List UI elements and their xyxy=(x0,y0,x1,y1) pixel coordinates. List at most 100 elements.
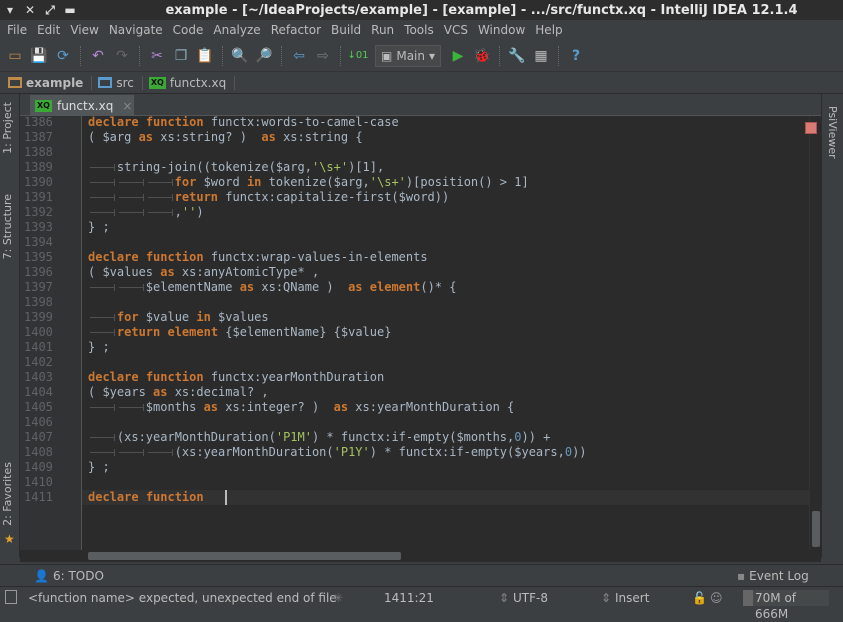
debug-icon[interactable]: 🐞 xyxy=(471,45,493,67)
code-line[interactable]: return element {$elementName} {$value} xyxy=(88,325,391,340)
close-window-icon[interactable]: ✕ xyxy=(20,3,40,17)
line-number: 1394 xyxy=(24,235,53,249)
horizontal-scrollbar[interactable] xyxy=(20,550,821,562)
code-line[interactable]: declare function xyxy=(88,490,204,505)
code-line[interactable]: ( $years as xs:decimal? , xyxy=(88,385,269,400)
tab-marker xyxy=(88,190,117,205)
code-text: xs:string { xyxy=(275,130,363,144)
caret-position[interactable]: 1411:21 xyxy=(384,591,434,605)
save-icon[interactable]: 💾 xyxy=(28,45,50,67)
todo-button[interactable]: 👤 6: TODO xyxy=(34,569,104,583)
run-config-dropdown[interactable]: ▣ Main ▾ xyxy=(375,44,442,67)
menu-help[interactable]: Help xyxy=(530,23,567,37)
minimize-icon[interactable]: ▬ xyxy=(60,3,80,17)
menu-run[interactable]: Run xyxy=(366,23,399,37)
text-caret xyxy=(225,490,228,505)
code-line[interactable]: $elementName as xs:QName ) as element()*… xyxy=(88,280,456,295)
encoding[interactable]: UTF-8 xyxy=(513,591,548,605)
run-icon[interactable]: ▶ xyxy=(447,45,469,67)
code-text: ( $years xyxy=(88,385,154,399)
scroll-thumb[interactable] xyxy=(88,552,401,560)
code-line[interactable]: $months as xs:integer? ) as xs:yearMonth… xyxy=(88,400,514,415)
window-menu-icon[interactable]: ▾ xyxy=(0,3,20,17)
menu-analyze[interactable]: Analyze xyxy=(208,23,265,37)
code-line[interactable]: declare function functx:yearMonthDuratio… xyxy=(88,370,384,385)
code-line[interactable]: ( $values as xs:anyAtomicType* , xyxy=(88,265,319,280)
keyword: for xyxy=(116,310,139,324)
insert-mode[interactable]: Insert xyxy=(615,591,649,605)
menu-tools[interactable]: Tools xyxy=(399,23,439,37)
help-icon[interactable]: ? xyxy=(565,45,587,67)
forward-icon[interactable]: ⇨ xyxy=(312,45,334,67)
project-structure-icon[interactable]: ▦ xyxy=(530,45,552,67)
code-editor[interactable]: 1386 1387 1388 1389 1390 1391 1392 1393 1394 1395… xyxy=(20,116,821,550)
code-line[interactable]: ,'') xyxy=(88,205,204,220)
redo-icon[interactable]: ↷ xyxy=(111,45,133,67)
breadcrumb-file[interactable]: XQ functx.xq xyxy=(148,75,236,90)
memory-label: 70M of 666M xyxy=(755,591,797,621)
keyword: as xyxy=(348,280,363,294)
code-text: $elementName xyxy=(145,280,240,294)
code-line[interactable]: } ; xyxy=(88,220,110,235)
paste-icon[interactable]: 📋 xyxy=(194,45,216,67)
code-line[interactable]: for $value in $values xyxy=(88,310,269,325)
inspector-icon[interactable]: ☺ xyxy=(710,591,723,605)
keyword: function xyxy=(145,116,204,129)
make-icon[interactable]: ↓01 xyxy=(347,45,369,67)
folder-icon xyxy=(98,77,113,88)
code-line[interactable]: string-join((tokenize($arg,'\s+')[1], xyxy=(88,160,384,175)
menu-refactor[interactable]: Refactor xyxy=(266,23,326,37)
code-line[interactable]: for $word in tokenize($arg,'\s+')[positi… xyxy=(88,175,529,190)
menu-build[interactable]: Build xyxy=(326,23,366,37)
menu-navigate[interactable]: Navigate xyxy=(104,23,168,37)
open-icon[interactable]: ▭ xyxy=(4,45,26,67)
menu-vcs[interactable]: VCS xyxy=(439,23,473,37)
replace-icon[interactable]: 🔎 xyxy=(253,45,275,67)
sync-icon[interactable]: ⟳ xyxy=(52,45,74,67)
keyword: element xyxy=(369,280,421,294)
close-tab-icon[interactable]: × xyxy=(122,99,132,113)
menu-view[interactable]: View xyxy=(65,23,103,37)
memory-indicator[interactable]: 70M of 666M xyxy=(743,590,829,621)
undo-icon[interactable]: ↶ xyxy=(87,45,109,67)
code-line[interactable]: return functx:capitalize-first($word)) xyxy=(88,190,449,205)
scroll-thumb[interactable] xyxy=(812,511,820,547)
toolbar: ▭ 💾 ⟳ ↶ ↷ ✂ ❐ 📋 🔍 🔎 ⇦ ⇨ ↓01 ▣ Main ▾ ▶ 🐞… xyxy=(0,40,843,72)
copy-icon[interactable]: ❐ xyxy=(170,45,192,67)
tool-structure[interactable]: 7: Structure xyxy=(1,194,14,259)
maximize-icon[interactable]: ⤢ xyxy=(40,3,60,18)
event-log-button[interactable]: ▪ Event Log xyxy=(737,569,809,583)
code-text: $months xyxy=(145,400,204,414)
error-stripe-marker[interactable] xyxy=(805,122,817,134)
code-line[interactable]: (xs:yearMonthDuration('P1M') * functx:if… xyxy=(88,430,550,445)
tool-psiviewer[interactable]: PsiViewer xyxy=(826,106,839,159)
tab-marker xyxy=(88,430,117,445)
menu-edit[interactable]: Edit xyxy=(32,23,65,37)
tool-favorites[interactable]: 2: Favorites xyxy=(1,462,14,526)
back-icon[interactable]: ⇦ xyxy=(288,45,310,67)
code-line[interactable]: (xs:yearMonthDuration('P1Y') * functx:if… xyxy=(88,445,587,460)
code-line[interactable]: } ; xyxy=(88,460,110,475)
cut-icon[interactable]: ✂ xyxy=(146,45,168,67)
menu-window[interactable]: Window xyxy=(473,23,530,37)
tab-functx-xq[interactable]: XQ functx.xq × xyxy=(30,95,134,116)
vertical-scrollbar[interactable] xyxy=(809,116,821,550)
menu-file[interactable]: File xyxy=(2,23,32,37)
code-text: } ; xyxy=(88,220,110,234)
code-line[interactable]: ( $arg as xs:string? ) as xs:string { xyxy=(88,130,363,145)
lock-icon[interactable]: 🔓 xyxy=(692,591,707,605)
keyword: as xyxy=(160,265,175,279)
line-number: 1407 xyxy=(24,430,53,444)
code-text: )[position() > 1] xyxy=(405,175,529,189)
find-icon[interactable]: 🔍 xyxy=(229,45,251,67)
line-number: 1408 xyxy=(24,445,53,459)
menu-code[interactable]: Code xyxy=(168,23,209,37)
code-line[interactable]: declare function functx:words-to-camel-c… xyxy=(88,116,399,130)
settings-icon[interactable]: 🔧 xyxy=(506,45,528,67)
tool-project[interactable]: 1: Project xyxy=(1,102,14,154)
breadcrumb-project[interactable]: example xyxy=(8,75,93,90)
code-line[interactable]: } ; xyxy=(88,340,110,355)
code-line[interactable]: declare function functx:wrap-values-in-e… xyxy=(88,250,428,265)
breadcrumb-src[interactable]: src xyxy=(98,75,143,90)
toggle-tool-windows-icon[interactable] xyxy=(5,590,17,604)
